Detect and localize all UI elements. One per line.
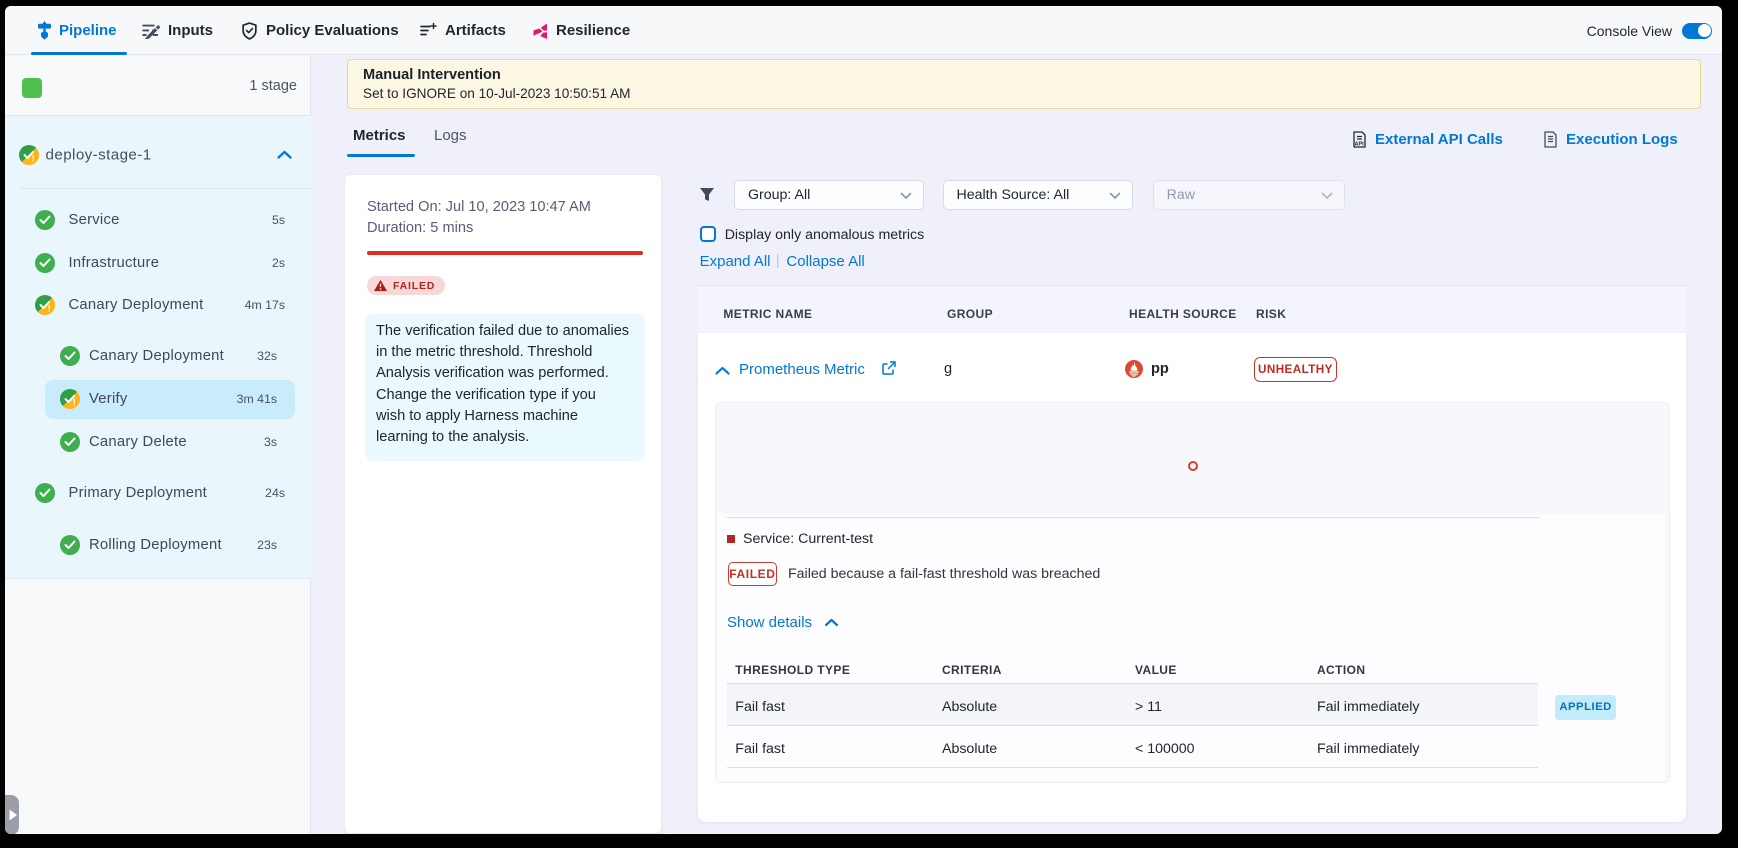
svg-text:!: ! bbox=[47, 304, 50, 314]
svg-text:!: ! bbox=[32, 153, 35, 163]
svg-text:API: API bbox=[1355, 142, 1365, 148]
svg-text:!: ! bbox=[72, 397, 75, 407]
